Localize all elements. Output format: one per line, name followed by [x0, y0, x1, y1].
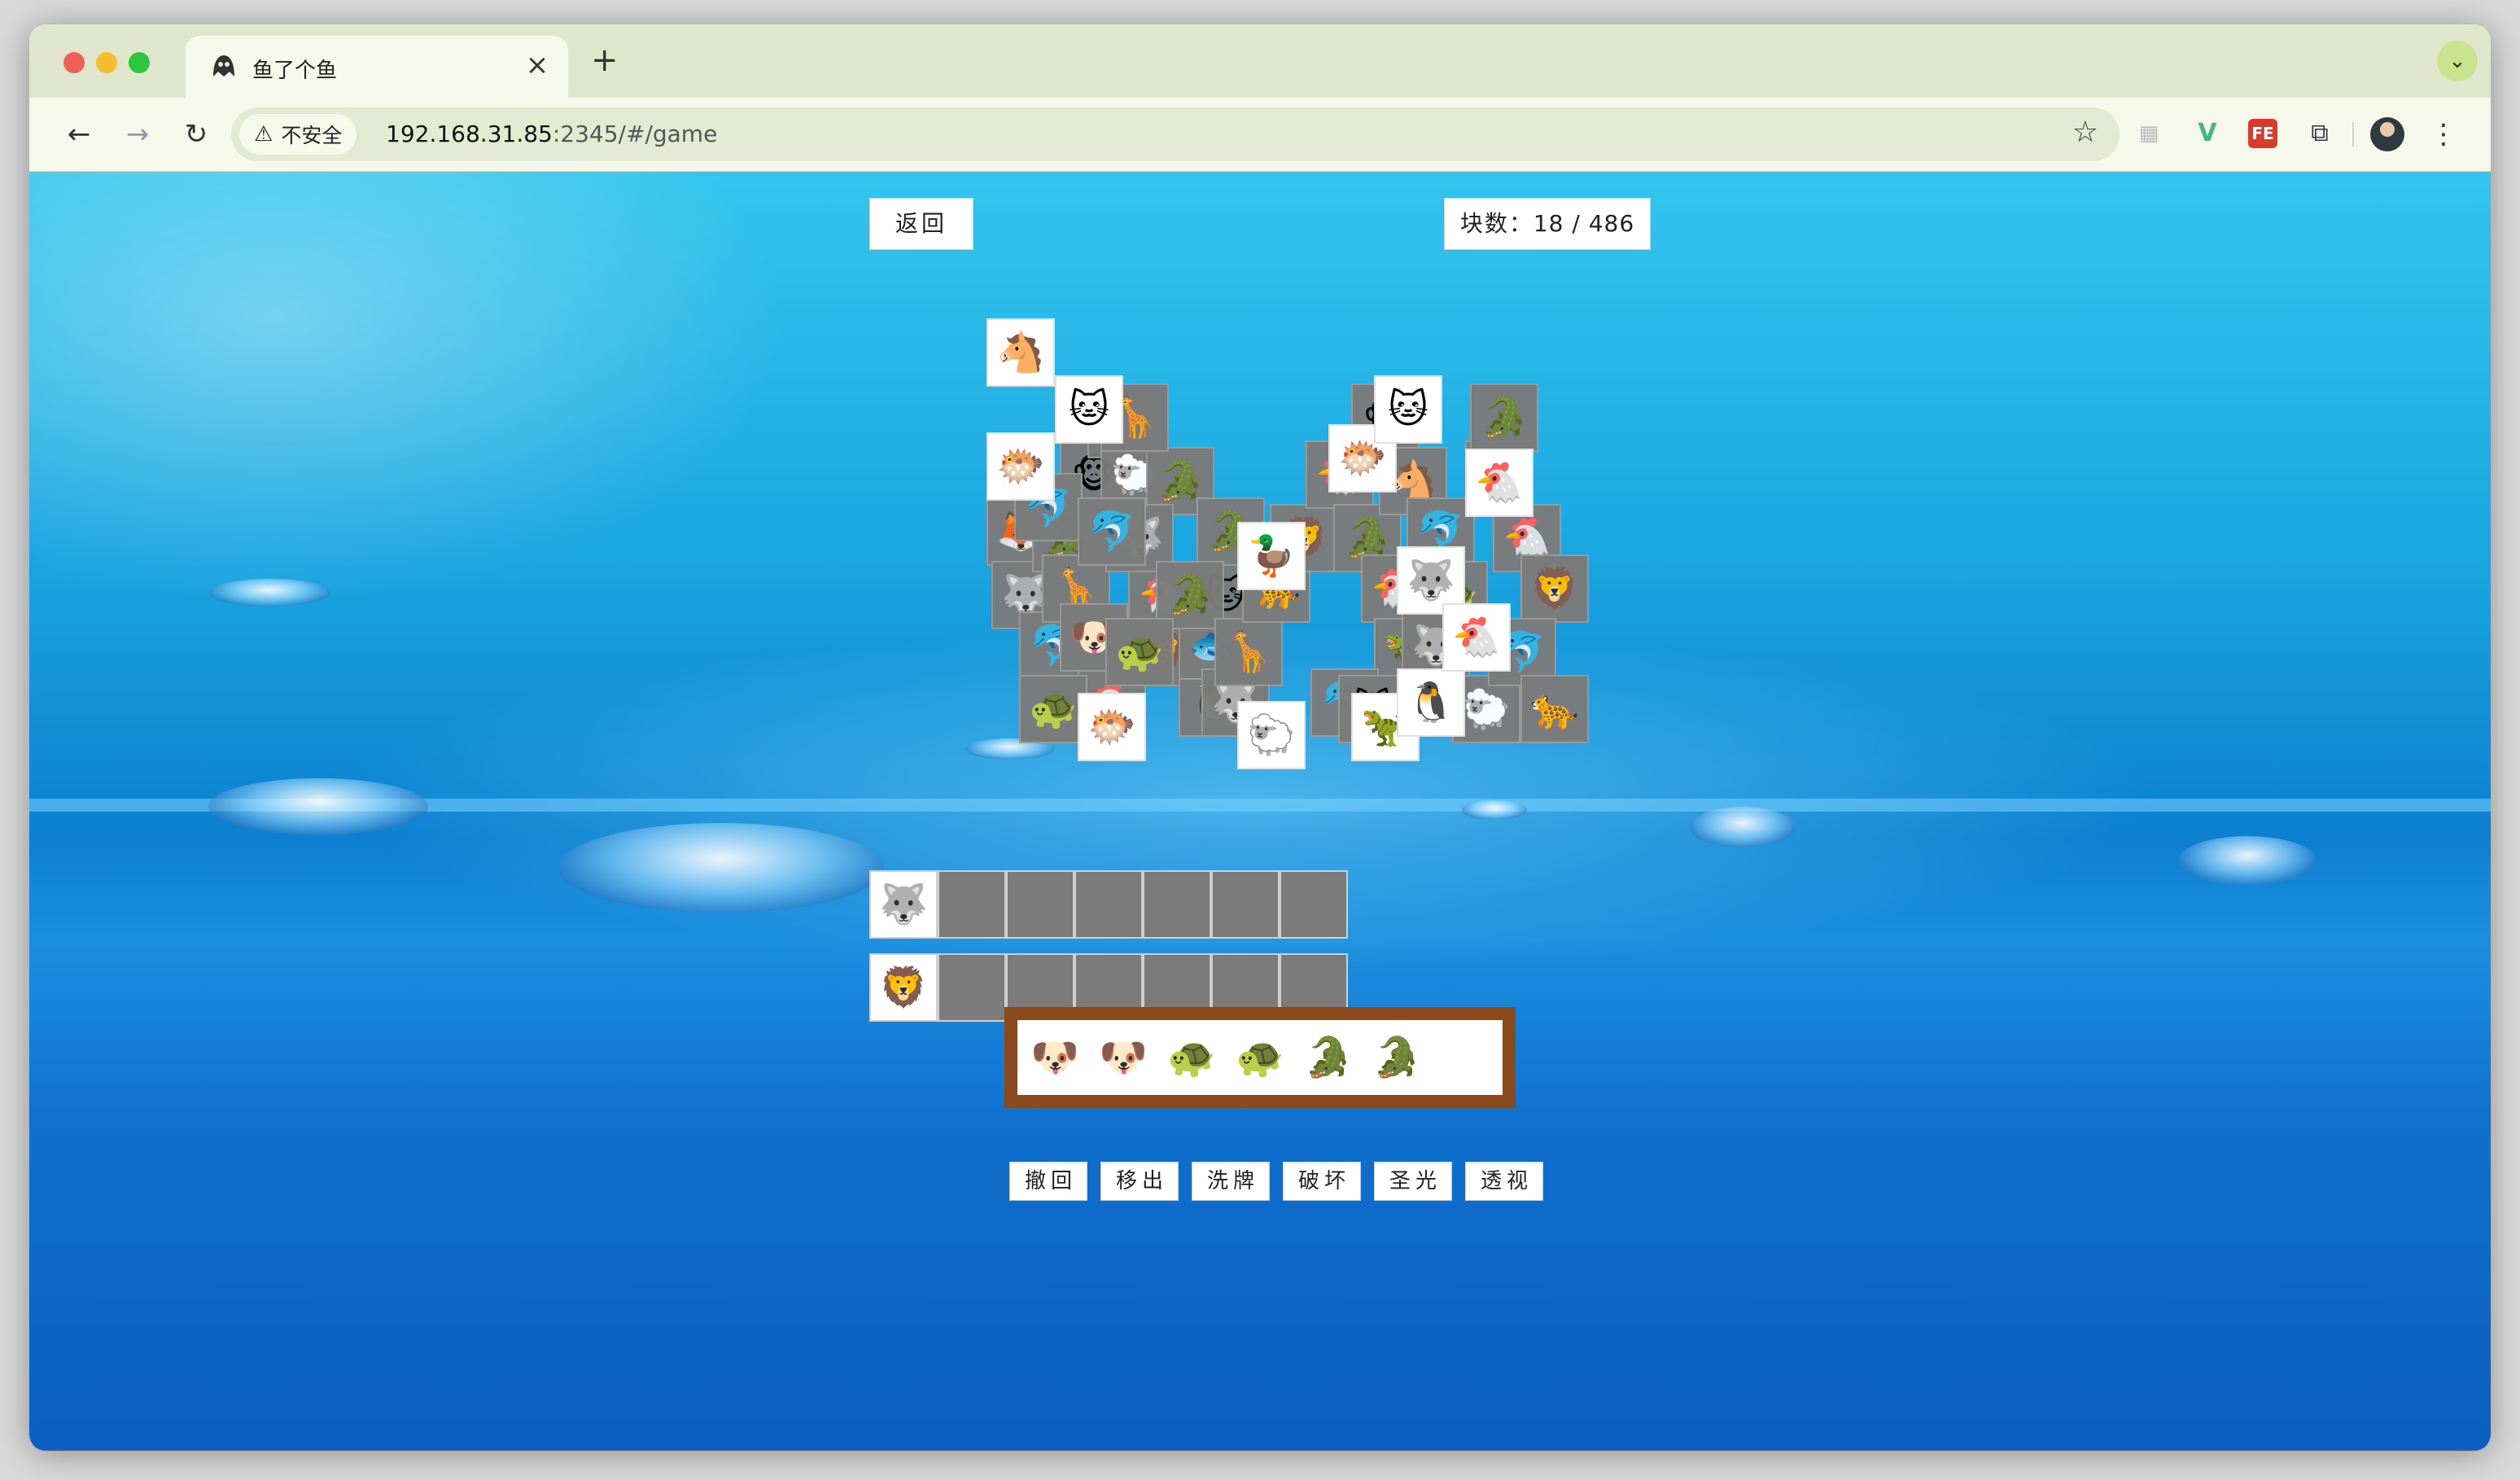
puzzle-icon[interactable]: ⧉	[2302, 116, 2338, 151]
tile-board: 🦊🐺🐬🐊🐵🦆🐑🐔🦒🐳🐬🐢🐔🦁🐧🐊🐶🐢🦒🐺🐟🐱🐊🐊🐬🐢🐺🦒🐆🦁🐔🐊🐔🦖🐬🐱🐵🐴🐬🐢…	[987, 286, 1589, 831]
tray-tile: 🐢	[1167, 1035, 1216, 1080]
side-stack-slot	[1074, 870, 1143, 939]
tray-tile: 🐶	[1099, 1035, 1148, 1080]
free-tile[interactable]: 🐧	[1397, 668, 1465, 737]
back-button[interactable]: 返回	[869, 198, 973, 250]
new-tab-button[interactable]: +	[591, 42, 619, 78]
tool-button[interactable]: 透视	[1465, 1162, 1543, 1201]
water-drop	[208, 579, 330, 606]
free-tile[interactable]: 🐡	[1078, 693, 1146, 761]
covered-tile: 🐬	[1078, 497, 1146, 566]
water-drop	[2178, 836, 2317, 885]
free-tile[interactable]: 🐡	[987, 432, 1055, 501]
security-chip[interactable]: ⚠ 不安全	[239, 114, 357, 155]
more-menu-icon[interactable]: ⋮	[2427, 116, 2460, 153]
side-stack-slot	[938, 953, 1006, 1022]
free-tile[interactable]: 🦆	[1237, 522, 1306, 590]
browser-tab[interactable]: 鱼了个鱼 ×	[186, 36, 568, 98]
ghost-icon	[213, 55, 234, 77]
tile-counter: 块数：18 / 486	[1444, 198, 1651, 250]
tab-strip: 鱼了个鱼 × + ⌄	[29, 24, 2491, 98]
covered-tile: 🦁	[1520, 554, 1589, 623]
tray-tile: 🐊	[1304, 1035, 1353, 1080]
tool-button[interactable]: 撤回	[1009, 1162, 1087, 1201]
close-tab-icon[interactable]: ×	[521, 47, 553, 83]
maximize-window-button[interactable]	[129, 52, 150, 73]
profile-avatar[interactable]	[2370, 117, 2404, 151]
water-drop	[1690, 807, 1796, 847]
vue-devtools-icon[interactable]: V	[2190, 116, 2225, 151]
tray-empty-slot	[1431, 1023, 1499, 1092]
free-tile[interactable]: 🐴	[987, 318, 1055, 387]
security-label: 不安全	[281, 124, 343, 147]
water-drop	[558, 823, 884, 913]
free-tile[interactable]: 🐔	[1442, 603, 1511, 672]
browser-window: 鱼了个鱼 × + ⌄ ← → ↻ ⚠ 不安全 192.168.31.85:234…	[29, 24, 2491, 1451]
free-tile[interactable]: 🐱	[1374, 375, 1442, 444]
reload-button[interactable]: ↻	[177, 116, 215, 153]
game-page: 返回 块数：18 / 486 🦊🐺🐬🐊🐵🦆🐑🐔🦒🐳🐬🐢🐔🦁🐧🐊🐶🐢🦒🐺🐟🐱🐊🐊🐬…	[29, 172, 2491, 1451]
side-stack-row: 🐺	[869, 870, 1348, 939]
tray-slots: 🐶 🐶 🐢 🐢 🐊 🐊	[1017, 1020, 1503, 1095]
tab-title: 鱼了个鱼	[252, 59, 338, 83]
free-tile[interactable]: 🐑	[1237, 701, 1306, 769]
url-host: 192.168.31.85	[386, 120, 553, 147]
toolbar-divider	[2352, 122, 2354, 147]
covered-tile: 🐆	[1520, 675, 1589, 743]
forward-button[interactable]: →	[119, 116, 156, 153]
address-bar[interactable]: ⚠ 不安全 192.168.31.85:2345/#/game ☆	[231, 107, 2120, 161]
side-stack-tile[interactable]: 🦁	[869, 953, 938, 1022]
browser-toolbar: ← → ↻ ⚠ 不安全 192.168.31.85:2345/#/game ☆ …	[29, 98, 2491, 172]
water-drop	[208, 778, 428, 835]
side-stack-slot	[1143, 870, 1211, 939]
close-window-button[interactable]	[63, 52, 85, 73]
tile-counter-value: 18 / 486	[1533, 210, 1635, 237]
tray-tile: 🐊	[1372, 1035, 1421, 1080]
covered-tile: 🐊	[1470, 383, 1538, 452]
fe-helper-icon[interactable]: FE	[2248, 119, 2277, 148]
url-path: :2345/#/game	[552, 120, 718, 147]
tray-tile: 🐢	[1236, 1035, 1284, 1080]
covered-tile: 🦒	[1214, 618, 1283, 686]
tab-search-button[interactable]: ⌄	[2437, 41, 2478, 81]
tray-tile: 🐶	[1030, 1035, 1079, 1080]
covered-tile: 🐢	[1105, 618, 1174, 686]
side-stack-tile[interactable]: 🐺	[869, 870, 938, 939]
warning-icon: ⚠	[254, 122, 273, 147]
bookmark-star-icon[interactable]: ☆	[2072, 116, 2098, 149]
tile-counter-label: 块数：	[1459, 210, 1533, 237]
back-button[interactable]: ←	[60, 116, 98, 153]
side-stack-slot	[1280, 870, 1348, 939]
tool-button[interactable]: 移出	[1100, 1162, 1179, 1201]
tool-button[interactable]: 洗牌	[1192, 1162, 1270, 1201]
extension-icon[interactable]: ▦	[2131, 116, 2167, 151]
free-tile[interactable]: 🐱	[1055, 375, 1123, 444]
url-text[interactable]: 192.168.31.85:2345/#/game	[386, 120, 717, 147]
tile-tray: 🐶 🐶 🐢 🐢 🐊 🐊	[1004, 1007, 1516, 1108]
side-stack-slot	[1006, 870, 1074, 939]
tool-button[interactable]: 破坏	[1283, 1162, 1361, 1201]
minimize-window-button[interactable]	[96, 52, 117, 73]
side-stack-slot	[1211, 870, 1280, 939]
side-stack-slot	[938, 870, 1006, 939]
free-tile[interactable]: 🐔	[1465, 449, 1533, 517]
tool-button[interactable]: 圣光	[1374, 1162, 1452, 1201]
